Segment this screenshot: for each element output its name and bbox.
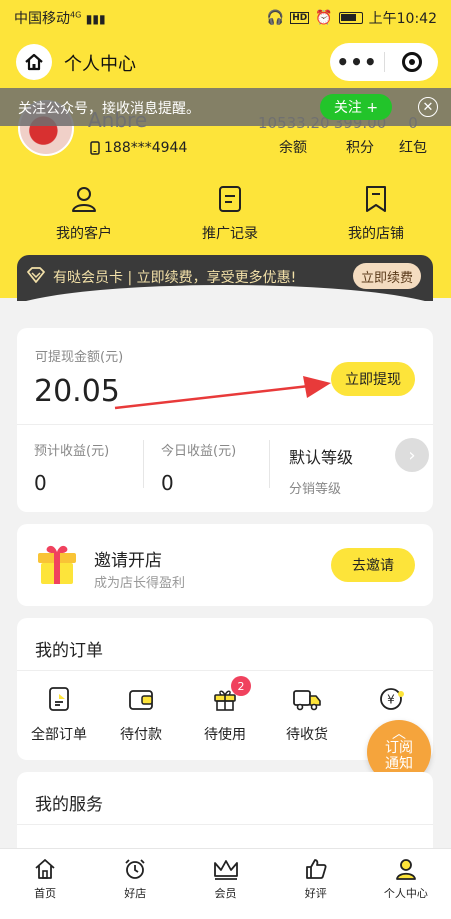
today-income-value: 0 [161, 471, 174, 495]
follow-banner: 关注公众号，接收消息提醒。 关注 + ✕ [0, 88, 451, 126]
order-label: 待使用 [204, 727, 246, 743]
thumbs-up-icon [305, 859, 327, 879]
card-divider [17, 824, 433, 825]
annotation-arrow [114, 376, 331, 410]
crown-icon [213, 860, 238, 880]
float-line-1: 订阅 [385, 740, 413, 756]
services-title: 我的服务 [35, 795, 103, 815]
expected-income-value: 0 [34, 471, 47, 495]
refund-icon: ¥ [380, 688, 404, 710]
status-bar: 中国移动4G ▮▮▮ 🎧 HD ⏰ 上午10:42 [0, 0, 451, 36]
carrier-label: 中国移动4G ▮▮▮ [14, 10, 106, 27]
person-icon [72, 187, 96, 212]
quick-link-records[interactable]: 推广记录 [160, 185, 300, 243]
close-miniapp-button[interactable] [385, 52, 438, 72]
float-line-2: 通知 [385, 756, 413, 772]
order-label: 待付款 [120, 727, 162, 743]
follow-button[interactable]: 关注 + [320, 94, 392, 120]
battery-icon [338, 12, 363, 24]
order-label: 全部订单 [31, 727, 87, 743]
renew-button[interactable]: 立即续费 [353, 263, 421, 289]
hd-icon: HD [290, 12, 310, 24]
invite-button[interactable]: 去邀请 [331, 548, 415, 582]
card-divider [17, 670, 433, 671]
quick-link-label: 我的客户 [56, 226, 112, 242]
card-divider [17, 424, 433, 425]
order-all[interactable]: 全部订单 [17, 686, 101, 744]
order-to-receive[interactable]: 待收货 [265, 686, 349, 744]
stat-label: 积分 [346, 140, 374, 156]
alarm-icon [125, 859, 145, 879]
quick-link-label: 我的店铺 [348, 226, 404, 242]
tab-member[interactable]: 会员 [180, 849, 270, 919]
tab-label: 好店 [124, 887, 147, 900]
invite-card: 邀请开店 成为店长得盈利 去邀请 [17, 524, 433, 606]
home-icon [25, 53, 43, 71]
gift-box-icon [38, 545, 76, 584]
level-subtitle: 分销等级 [289, 482, 342, 497]
banner-text: 关注公众号，接收消息提醒。 [18, 101, 200, 117]
headphone-icon: 🎧 [266, 10, 285, 26]
truck-icon [293, 690, 321, 711]
quick-link-customers[interactable]: 我的客户 [14, 185, 154, 243]
stat-label: 余额 [279, 140, 307, 156]
more-button[interactable]: ••• [330, 50, 384, 74]
nav-bar: 个人中心 ••• [0, 40, 451, 84]
bookmark-icon [366, 186, 386, 212]
tab-home[interactable]: 首页 [0, 849, 90, 919]
withdraw-card: 可提现金额(元) 20.05 立即提现 预计收益(元) 0 今日收益(元) 0 … [17, 328, 433, 512]
distribution-level[interactable]: 默认等级 分销等级 [289, 444, 353, 497]
level-name: 默认等级 [289, 448, 354, 467]
column-divider [143, 440, 144, 488]
vip-text: 有哒会员卡 | 立即续费，享受更多优惠! [53, 270, 297, 286]
target-icon [401, 52, 422, 72]
withdraw-button[interactable]: 立即提现 [331, 362, 415, 396]
order-to-use[interactable]: 2 待使用 [183, 676, 267, 744]
order-pending-payment[interactable]: 待付款 [99, 686, 183, 744]
expected-income-label: 预计收益(元) [34, 444, 110, 459]
phone-icon [90, 141, 100, 155]
tab-label: 会员 [214, 887, 237, 900]
stat-label: 红包 [399, 140, 427, 156]
phone-text: 188***4944 [104, 140, 188, 156]
column-divider [269, 440, 270, 488]
quick-link-store[interactable]: 我的店铺 [306, 185, 446, 243]
vip-diamond-icon [27, 267, 45, 283]
quick-link-label: 推广记录 [202, 226, 258, 242]
tab-label: 个人中心 [383, 887, 428, 900]
tab-profile[interactable]: 个人中心 [361, 849, 451, 919]
tab-label: 首页 [34, 887, 57, 900]
chevron-right-icon[interactable]: › [395, 438, 429, 472]
today-income: 今日收益(元) 0 [161, 440, 236, 495]
orders-title: 我的订单 [35, 641, 103, 661]
tab-reviews[interactable]: 好评 [271, 849, 361, 919]
expected-income: 预计收益(元) 0 [34, 440, 109, 495]
home-icon [35, 859, 55, 879]
withdraw-label: 可提现金额(元) [35, 350, 124, 365]
chevron-up-icon: ︿ [392, 726, 406, 742]
today-income-label: 今日收益(元) [161, 444, 237, 459]
page-title: 个人中心 [64, 54, 136, 75]
order-label: 待收货 [286, 727, 328, 743]
wallet-icon [129, 690, 153, 710]
user-icon [396, 859, 416, 880]
document-icon [219, 186, 241, 212]
clock-time: 上午10:42 [368, 11, 437, 27]
home-button[interactable] [16, 44, 52, 80]
withdraw-amount: 20.05 [34, 374, 120, 409]
close-icon[interactable]: ✕ [418, 97, 438, 117]
order-count-badge: 2 [231, 676, 251, 696]
tab-good-stores[interactable]: 好店 [90, 849, 180, 919]
order-list-icon [49, 687, 69, 711]
tab-label: 好评 [304, 887, 327, 900]
invite-subtitle: 成为店长得盈利 [94, 576, 186, 591]
miniapp-capsule: ••• [330, 43, 438, 81]
svg-text:¥: ¥ [387, 693, 395, 707]
invite-title: 邀请开店 [94, 551, 162, 571]
phone-number: 188***4944 [90, 140, 187, 156]
alarm-status-icon: ⏰ [315, 10, 333, 26]
tab-bar: 首页 好店 会员 好评 个人中心 [0, 848, 451, 919]
